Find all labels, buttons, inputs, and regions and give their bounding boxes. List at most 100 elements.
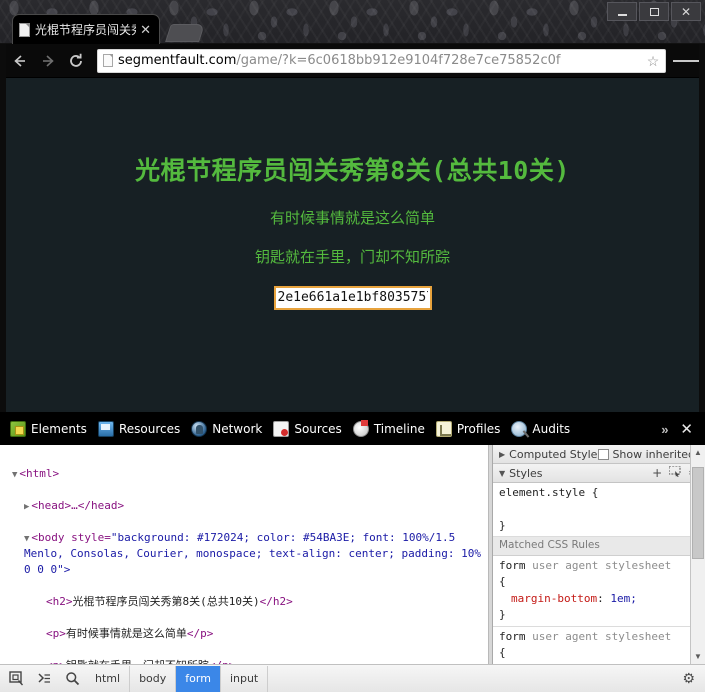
styles-scrollbar[interactable]: ▲ ▼ <box>690 445 705 664</box>
reload-button[interactable] <box>62 47 90 75</box>
page-paragraph-1: 有时候事情就是这么简单 <box>269 208 435 227</box>
devtools-tab-audits[interactable]: Audits <box>509 415 579 443</box>
profiles-icon <box>435 421 452 437</box>
elements-dom-tree-pane[interactable]: ▼ <html> ▶ <head>…</head> ▼ <body style="ba… <box>0 445 489 664</box>
element-state-button[interactable] <box>668 465 681 480</box>
sources-icon <box>273 421 290 437</box>
back-button[interactable] <box>6 47 34 75</box>
add-rule-button[interactable]: + <box>652 466 662 480</box>
browser-menu-button[interactable] <box>673 48 700 74</box>
key-input[interactable] <box>273 285 432 310</box>
breadcrumb-body[interactable]: body <box>130 665 177 692</box>
breadcrumb-input[interactable]: input <box>221 665 269 692</box>
devtools-tab-network[interactable]: Network <box>189 415 271 443</box>
dom-node-body[interactable]: ▼ <body style="background: #172024; color… <box>6 530 484 578</box>
inspect-element-button[interactable] <box>2 666 30 692</box>
chevron-down-icon: ▼ <box>499 468 506 478</box>
console-prompt-icon <box>37 673 50 683</box>
rule-open-brace: { <box>499 575 506 589</box>
computed-style-header[interactable]: ▶ Computed Style Show inherited <box>493 445 705 464</box>
page-document-icon <box>103 54 113 67</box>
dom-node-html[interactable]: ▼ <html> <box>6 466 484 482</box>
page-paragraph-2: 钥匙就在手里，门却不知所踪 <box>254 248 450 266</box>
scroll-down-arrow-icon[interactable]: ▼ <box>691 649 705 664</box>
computed-style-title: Computed Style <box>509 447 598 461</box>
devtools-tab-timeline[interactable]: Timeline <box>351 415 434 443</box>
new-tab-button[interactable] <box>165 24 205 42</box>
devtools-body: ▼ <html> ▶ <head>…</head> ▼ <body style="ba… <box>0 445 705 664</box>
url-host: segmentfault.com <box>118 54 237 67</box>
reload-icon <box>70 53 82 67</box>
devtools-tab-label: Audits <box>532 422 571 436</box>
tab-close-icon[interactable]: ✕ <box>136 22 155 38</box>
window-controls: ✕ <box>607 2 701 21</box>
css-property-value[interactable]: 1em; <box>610 592 637 605</box>
devtools-panel: Elements Resources Network Sources Timel… <box>0 412 705 692</box>
rule-selector[interactable]: form <box>499 559 526 572</box>
disclosure-triangle-open-icon[interactable]: ▼ <box>12 470 17 480</box>
devtools-tab-elements[interactable]: Elements <box>8 415 96 443</box>
network-icon <box>191 421 208 437</box>
devtools-more-tabs-button[interactable]: » <box>651 422 678 437</box>
dom-tree: ▼ <html> ▶ <head>…</head> ▼ <body style="ba… <box>0 445 488 664</box>
dom-node-p1[interactable]: <p>有时候事情就是这么简单</p> <box>6 626 484 642</box>
style-rule[interactable]: form user agent stylesheet { display: bl… <box>493 627 705 664</box>
tab-title: 光棍节程序员闯关秀第8关 <box>35 23 136 37</box>
disclosure-triangle-open-icon[interactable]: ▼ <box>24 534 29 544</box>
devtools-close-button[interactable]: ✕ <box>678 420 697 438</box>
tab-strip: 光棍节程序员闯关秀第8关 ✕ <box>0 0 705 44</box>
search-button[interactable] <box>58 666 86 692</box>
devtools-tab-label: Timeline <box>373 422 425 436</box>
browser-toolbar: segmentfault.com/game/?k=6c0618bb912e910… <box>0 44 705 78</box>
key-form <box>6 285 699 310</box>
browser-tab[interactable]: 光棍节程序员闯关秀第8关 ✕ <box>12 14 160 44</box>
devtools-tab-label: Profiles <box>456 422 501 436</box>
show-inherited-label: Show inherited <box>612 447 696 461</box>
show-inherited-checkbox[interactable] <box>598 448 610 460</box>
resources-icon <box>97 421 114 437</box>
disclosure-triangle-closed-icon[interactable]: ▶ <box>24 502 29 512</box>
breadcrumb-form[interactable]: form <box>176 665 221 692</box>
address-bar[interactable]: segmentfault.com/game/?k=6c0618bb912e910… <box>97 48 666 73</box>
styles-title: Styles <box>509 466 543 480</box>
devtools-tab-profiles[interactable]: Profiles <box>434 415 510 443</box>
minimize-button[interactable] <box>607 2 637 21</box>
bookmark-star-icon[interactable]: ☆ <box>645 54 661 68</box>
forward-button[interactable] <box>34 47 62 75</box>
devtools-tab-label: Sources <box>294 422 342 436</box>
chevron-right-icon: ▶ <box>499 449 506 459</box>
styles-rules-list: element.style { } Matched CSS Rules form… <box>493 483 705 664</box>
devtools-tab-sources[interactable]: Sources <box>271 415 350 443</box>
scrollbar-thumb[interactable] <box>692 467 704 559</box>
audits-icon <box>511 421 528 437</box>
url-path: /game/?k=6c0618bb912e9104f728e7ce75852c0… <box>236 54 561 67</box>
page-viewport: 光棍节程序员闯关秀第8关(总共10关) 有时候事情就是这么简单 钥匙就在手里，门… <box>6 78 699 412</box>
hamburger-icon <box>673 59 682 62</box>
style-rule[interactable]: form user agent stylesheet { margin-bott… <box>493 556 705 627</box>
game-page: 光棍节程序员闯关秀第8关(总共10关) 有时候事情就是这么简单 钥匙就在手里，门… <box>6 78 699 412</box>
settings-gear-icon[interactable]: ⚙ <box>682 670 703 687</box>
inspect-cursor-icon <box>8 671 23 686</box>
close-window-button[interactable]: ✕ <box>671 2 701 21</box>
styles-sidebar: ▶ Computed Style Show inherited ▼ Styles… <box>493 445 705 664</box>
scroll-up-arrow-icon[interactable]: ▲ <box>691 445 705 460</box>
rule-selector[interactable]: form <box>499 630 526 643</box>
page-favicon-icon <box>19 22 30 37</box>
breadcrumb-html[interactable]: html <box>86 665 131 692</box>
css-property-name[interactable]: margin-bottom <box>499 592 597 605</box>
styles-header[interactable]: ▼ Styles + ⚙ <box>493 464 705 483</box>
element-style-selector: element.style { <box>499 486 599 499</box>
style-rule-element[interactable]: element.style { } <box>493 483 705 537</box>
devtools-tabbar: Elements Resources Network Sources Timel… <box>0 413 705 445</box>
dom-node-h2[interactable]: <h2>光棍节程序员闯关秀第8关(总共10关)</h2> <box>6 594 484 610</box>
elements-icon <box>10 421 26 437</box>
show-inherited-control[interactable]: Show inherited <box>598 448 695 461</box>
page-heading: 光棍节程序员闯关秀第8关(总共10关) <box>135 156 570 185</box>
matched-css-rules-header: Matched CSS Rules <box>493 537 705 556</box>
maximize-button[interactable] <box>639 2 669 21</box>
show-console-button[interactable] <box>30 666 58 692</box>
devtools-statusbar: html body form input ⚙ <box>0 664 705 692</box>
dom-node-head[interactable]: ▶ <head>…</head> <box>6 498 484 514</box>
element-style-close: } <box>499 518 506 532</box>
devtools-tab-resources[interactable]: Resources <box>96 415 189 443</box>
